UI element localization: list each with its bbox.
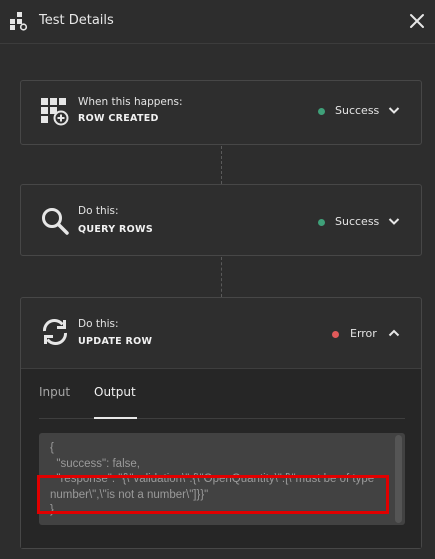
step-connector [221,257,222,297]
step-kicker: When this happens: [78,96,183,108]
status-badge: Error [350,327,377,340]
panel-header: Test Details [0,0,435,44]
status-dot-success [318,219,325,226]
chevron-up-icon[interactable] [387,326,401,340]
sync-icon [43,319,67,345]
code-scrollbar[interactable] [395,435,402,523]
tab-output[interactable]: Output [94,385,136,399]
step-action: UPDATE ROW [78,336,153,347]
chevron-down-icon[interactable] [387,214,401,228]
search-icon [42,208,69,235]
step-details-panel: Input Output { "success": false, "respon… [21,368,421,548]
step-kicker: Do this: [78,205,119,217]
status-badge: Success [335,215,380,228]
step-connector [221,146,222,184]
active-tab-indicator [94,417,137,419]
chevron-down-icon[interactable] [387,103,401,117]
status-dot-success [318,108,325,115]
error-highlight-box [37,475,389,514]
table-add-icon [41,98,69,126]
step-action: ROW CREATED [78,113,159,124]
status-badge: Success [335,104,380,117]
blocks-icon [10,12,28,31]
step-card-trigger[interactable]: When this happens: ROW CREATED Success [20,80,422,145]
close-icon[interactable] [405,9,429,33]
status-dot-error [332,331,339,338]
page-title: Test Details [39,13,114,28]
step-kicker: Do this: [78,318,119,330]
step-action: QUERY ROWS [78,224,153,235]
tab-input[interactable]: Input [39,385,70,399]
step-card-query[interactable]: Do this: QUERY ROWS Success [20,184,422,256]
